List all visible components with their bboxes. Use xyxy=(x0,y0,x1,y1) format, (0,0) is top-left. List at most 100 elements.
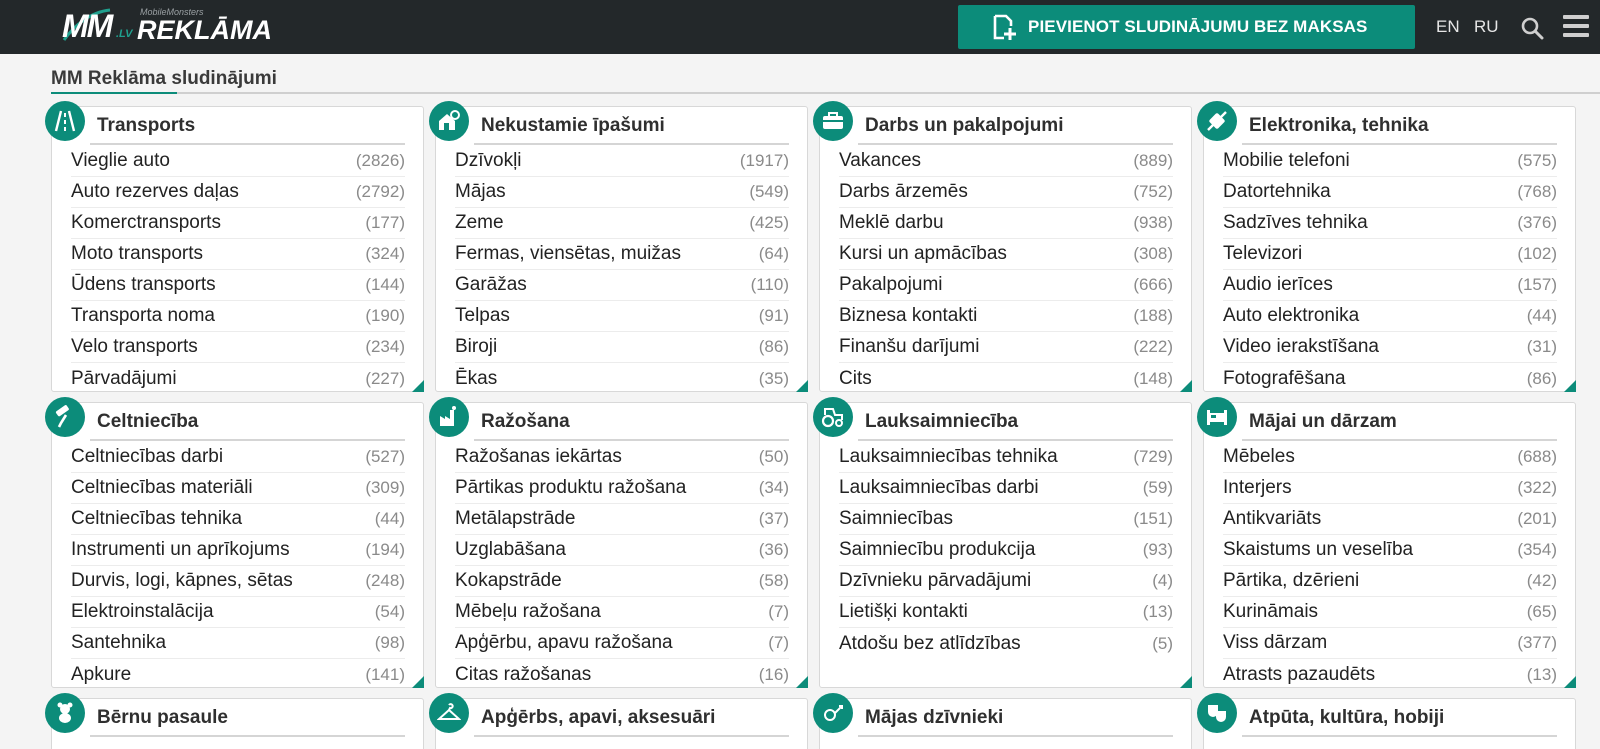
subcategory-link[interactable]: Auto elektronika (44) xyxy=(1223,301,1557,332)
paint-roller-icon[interactable] xyxy=(45,397,85,437)
subcategory-link[interactable]: Pārvadājumi (227) xyxy=(71,363,405,394)
subcategory-link[interactable]: Finanšu darījumi (222) xyxy=(839,332,1173,363)
teddy-bear-icon[interactable] xyxy=(45,693,85,733)
category-title[interactable]: Ražošana xyxy=(481,411,570,433)
subcategory-link[interactable]: Saimniecību produkcija (93) xyxy=(839,535,1173,566)
subcategory-link[interactable]: Instrumenti un aprīkojums (194) xyxy=(71,535,405,566)
subcategory-link[interactable]: Kurināmais (65) xyxy=(1223,597,1557,628)
lang-en-link[interactable]: EN xyxy=(1436,17,1460,37)
subcategory-link[interactable]: Metālapstrāde (37) xyxy=(455,504,789,535)
subcategory-link[interactable]: Fotografēšana (86) xyxy=(1223,363,1557,394)
category-title[interactable]: Transports xyxy=(97,115,195,137)
subcategory-link[interactable]: Audio ierīces (157) xyxy=(1223,270,1557,301)
subcategory-link[interactable]: Velo transports (234) xyxy=(71,332,405,363)
category-title[interactable]: Nekustamie īpašumi xyxy=(481,115,665,137)
subcategory-link[interactable]: Mājas (549) xyxy=(455,177,789,208)
subcategory-link[interactable]: Cits (148) xyxy=(839,363,1173,394)
subcategory-link[interactable]: Uzglabāšana (36) xyxy=(455,535,789,566)
subcategory-link[interactable]: Interjers (322) xyxy=(1223,473,1557,504)
subcategory-link[interactable]: Ūdens transports (144) xyxy=(71,270,405,301)
tractor-icon[interactable] xyxy=(813,397,853,437)
subcategory-link[interactable]: Ražošanas iekārtas (50) xyxy=(455,442,789,473)
subcategory-link[interactable]: Biznesa kontakti (188) xyxy=(839,301,1173,332)
bed-icon[interactable] xyxy=(1197,397,1237,437)
category-title[interactable]: Lauksaimniecība xyxy=(865,411,1018,433)
subcategory-link[interactable]: Fermas, viensētas, muižas (64) xyxy=(455,239,789,270)
subcategory-link[interactable]: Dzīvokļi (1917) xyxy=(455,146,789,177)
subcategory-link[interactable]: Kokapstrāde (58) xyxy=(455,566,789,597)
subcategory-link[interactable]: Pakalpojumi (666) xyxy=(839,270,1173,301)
subcategory-count: (234) xyxy=(365,337,405,356)
search-icon[interactable] xyxy=(1520,16,1544,40)
subcategory-link[interactable]: Celtniecības materiāli (309) xyxy=(71,473,405,504)
subcategory-link[interactable]: Atdošu bez atlīdzības (5) xyxy=(839,628,1173,659)
subcategory-link[interactable]: Atrasts pazaudēts (13) xyxy=(1223,659,1557,690)
subcategory-link[interactable]: Celtniecības darbi (527) xyxy=(71,442,405,473)
category-title[interactable]: Mājai un dārzam xyxy=(1249,411,1397,433)
subcategory-link[interactable]: Durvis, logi, kāpnes, sētas (248) xyxy=(71,566,405,597)
add-listing-button[interactable]: PIEVIENOT SLUDINĀJUMU BEZ MAKSAS xyxy=(958,5,1415,49)
subcategory-link[interactable]: Antikvariāts (201) xyxy=(1223,504,1557,535)
subcategory-link[interactable]: Apģērbu, apavu ražošana (7) xyxy=(455,628,789,659)
factory-icon[interactable] xyxy=(429,397,469,437)
subcategory-link[interactable]: Meklē darbu (938) xyxy=(839,208,1173,239)
subcategory-link[interactable]: Elektroinstalācija (54) xyxy=(71,597,405,628)
subcategory-link[interactable]: Viss dārzam (377) xyxy=(1223,628,1557,659)
subcategory-link[interactable]: Ēkas (35) xyxy=(455,363,789,394)
subcategory-link[interactable]: Saimniecības (151) xyxy=(839,504,1173,535)
house-key-icon[interactable] xyxy=(429,101,469,141)
subcategory-link[interactable]: Skaistums un veselība (354) xyxy=(1223,535,1557,566)
subcategory-name: Mēbeles xyxy=(1223,446,1295,467)
subcategory-link[interactable]: Sadzīves tehnika (376) xyxy=(1223,208,1557,239)
subcategory-list: Celtniecības darbi (527) Celtniecības mate… xyxy=(71,442,405,690)
category-title[interactable]: Mājas dzīvnieki xyxy=(865,707,1003,729)
subcategory-link[interactable]: Auto rezerves daļas (2792) xyxy=(71,177,405,208)
category-title[interactable]: Atpūta, kultūra, hobiji xyxy=(1249,707,1444,729)
subcategory-link[interactable]: Lietišķi kontakti (13) xyxy=(839,597,1173,628)
category-title[interactable]: Darbs un pakalpojumi xyxy=(865,115,1063,137)
category-title[interactable]: Bērnu pasaule xyxy=(97,707,228,729)
subcategory-link[interactable]: Transporta noma (190) xyxy=(71,301,405,332)
lang-ru-link[interactable]: RU xyxy=(1474,17,1499,37)
category-title[interactable]: Apģērbs, apavi, aksesuāri xyxy=(481,707,715,729)
subcategory-link[interactable]: Apkure (141) xyxy=(71,659,405,690)
subcategory-count: (5) xyxy=(1152,633,1173,653)
subcategory-link[interactable]: Pārtikas produktu ražošana (34) xyxy=(455,473,789,504)
subcategory-link[interactable]: Vakances (889) xyxy=(839,146,1173,177)
subcategory-link[interactable]: Kursi un apmācības (308) xyxy=(839,239,1173,270)
site-logo[interactable]: MM .LV MobileMonsters REKLĀMA xyxy=(60,6,280,48)
plug-icon[interactable] xyxy=(1197,101,1237,141)
subcategory-link[interactable]: Darbs ārzemēs (752) xyxy=(839,177,1173,208)
briefcase-icon[interactable] xyxy=(813,101,853,141)
subcategory-link[interactable]: Citas ražošanas (16) xyxy=(455,659,789,690)
subcategory-link[interactable]: Pārtika, dzērieni (42) xyxy=(1223,566,1557,597)
subcategory-link[interactable]: Zeme (425) xyxy=(455,208,789,239)
subcategory-link[interactable]: Televizori (102) xyxy=(1223,239,1557,270)
subcategory-link[interactable]: Lauksaimniecības darbi (59) xyxy=(839,473,1173,504)
category-title[interactable]: Celtniecība xyxy=(97,411,198,433)
subcategory-link[interactable]: Biroji (86) xyxy=(455,332,789,363)
subcategory-link[interactable]: Mēbeļu ražošana (7) xyxy=(455,597,789,628)
subcategory-link[interactable]: Lauksaimniecības tehnika (729) xyxy=(839,442,1173,473)
theater-masks-icon[interactable] xyxy=(1197,693,1237,733)
subcategory-count: (86) xyxy=(1526,368,1557,388)
subcategory-link[interactable]: Komerctransports (177) xyxy=(71,208,405,239)
subcategory-link[interactable]: Dzīvnieku pārvadājumi (4) xyxy=(839,566,1173,597)
subcategory-link[interactable]: Mobilie telefoni (575) xyxy=(1223,146,1557,177)
category-title[interactable]: Elektronika, tehnika xyxy=(1249,115,1429,137)
subcategory-count: (575) xyxy=(1517,151,1557,170)
subcategory-link[interactable]: Telpas (91) xyxy=(455,301,789,332)
pet-icon[interactable] xyxy=(813,693,853,733)
subcategory-link[interactable]: Vieglie auto (2826) xyxy=(71,146,405,177)
subcategory-link[interactable]: Santehnika (98) xyxy=(71,628,405,659)
hanger-icon[interactable] xyxy=(429,693,469,733)
subcategory-count: (7) xyxy=(768,602,789,621)
subcategory-link[interactable]: Mēbeles (688) xyxy=(1223,442,1557,473)
subcategory-link[interactable]: Garāžas (110) xyxy=(455,270,789,301)
menu-icon[interactable] xyxy=(1562,13,1590,39)
subcategory-link[interactable]: Celtniecības tehnika (44) xyxy=(71,504,405,535)
subcategory-link[interactable]: Video ierakstīšana (31) xyxy=(1223,332,1557,363)
road-icon[interactable] xyxy=(45,101,85,141)
subcategory-link[interactable]: Datortehnika (768) xyxy=(1223,177,1557,208)
subcategory-link[interactable]: Moto transports (324) xyxy=(71,239,405,270)
